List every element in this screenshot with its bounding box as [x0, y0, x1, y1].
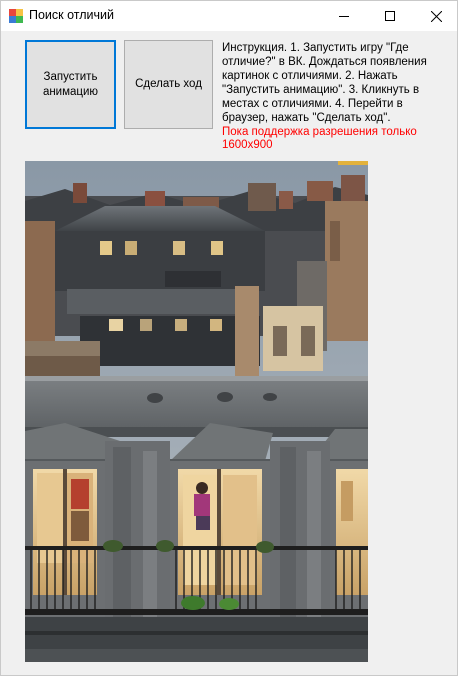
game-picture[interactable]: [25, 161, 368, 662]
maximize-icon: [385, 11, 395, 21]
minimize-button[interactable]: [321, 1, 367, 31]
app-icon: [9, 9, 23, 23]
maximize-button[interactable]: [367, 1, 413, 31]
start-animation-label: Запустить анимацию: [42, 70, 99, 98]
window-title: Поиск отличий: [29, 8, 114, 22]
start-animation-button[interactable]: Запустить анимацию: [25, 40, 116, 129]
rooftops-image: [25, 161, 368, 662]
minimize-icon: [339, 16, 349, 17]
make-move-label: Сделать ход: [135, 78, 202, 90]
title-bar[interactable]: Поиск отличий: [1, 1, 457, 31]
instructions-text: Инструкция. 1. Запустить игру "Где отлич…: [222, 42, 427, 124]
app-window: Поиск отличий Запустить анимацию Сделать…: [0, 0, 458, 676]
close-button[interactable]: [413, 1, 458, 31]
make-move-button[interactable]: Сделать ход: [124, 40, 213, 129]
resolution-warning: Пока поддержка разрешения только 1600x90…: [222, 126, 417, 151]
close-icon: [430, 10, 442, 22]
